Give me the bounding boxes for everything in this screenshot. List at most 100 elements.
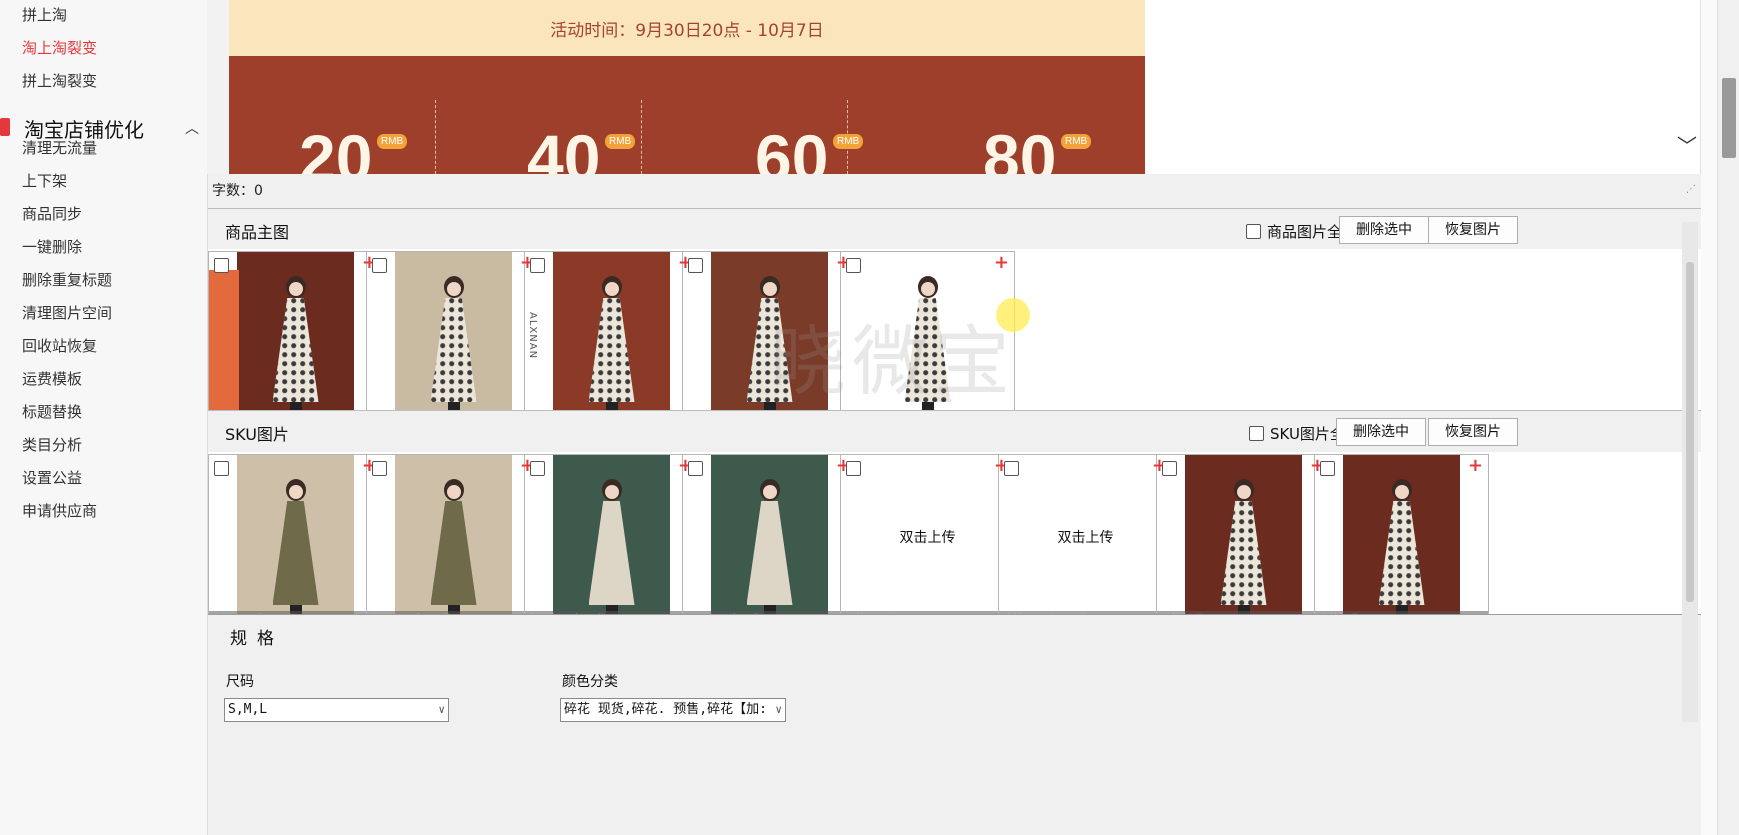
tile-checkbox[interactable] — [846, 258, 861, 273]
tile-checkbox[interactable] — [214, 258, 229, 273]
coupon-unit: RMB — [377, 134, 408, 149]
coupon-unit: RMB — [1061, 134, 1092, 149]
sidebar-item[interactable]: 设置公益 — [22, 467, 82, 488]
tile-checkbox[interactable] — [1162, 461, 1177, 476]
sidebar-item[interactable]: 申请供应商 — [22, 500, 97, 521]
coupon-value: 20 — [299, 121, 373, 174]
tile-checkbox[interactable] — [1320, 461, 1335, 476]
restore-images-button[interactable]: 恢复图片 — [1428, 418, 1518, 446]
brand-vertical-text: ALXNAN — [527, 312, 538, 360]
restore-images-button[interactable]: 恢复图片 — [1428, 216, 1518, 244]
size-label: 尺码 — [226, 674, 254, 690]
sidebar-item[interactable]: 清理无流量 — [22, 137, 97, 158]
delete-selected-button[interactable]: 删除选中 — [1336, 418, 1426, 446]
tile-checkbox[interactable] — [530, 461, 545, 476]
tile-checkbox[interactable] — [846, 461, 861, 476]
sku-images-title: SKU图片 — [225, 425, 289, 444]
tile-checkbox[interactable] — [688, 461, 703, 476]
coupon: 80 RMB — [913, 120, 1133, 174]
word-count: 字数：0 — [212, 183, 263, 199]
color-select-value: 碎花 现货,碎花. 预售,碎花【加: — [564, 702, 767, 717]
spec-title: 规格 — [230, 629, 284, 649]
resize-grip-icon[interactable]: ⋰ — [1686, 184, 1696, 195]
sidebar-item-pinshangtao-fission[interactable]: 拼上淘裂变 — [22, 70, 97, 91]
coupon: 40 RMB — [457, 120, 677, 174]
chevron-down-icon[interactable]: ∨ — [775, 699, 782, 721]
sku-image-tile[interactable]: +卡其色风衣 预售 — [524, 454, 699, 630]
sidebar-item-taoshangtao-fission[interactable]: 淘上淘裂变 — [22, 37, 97, 58]
sku-image-tile[interactable]: +碎花 预售 — [1156, 454, 1331, 630]
cursor-highlight — [996, 298, 1030, 332]
banner-header: 活动时间：9月30日20点 - 10月7日 — [229, 0, 1145, 56]
chevron-down-icon[interactable]: ﹀ — [1677, 130, 1697, 159]
product-photo — [1185, 455, 1302, 629]
double-click-upload[interactable]: 双击上传 — [999, 527, 1172, 547]
sku-images-header: SKU图片 SKU图片全选 删除选中 恢复图片 — [208, 410, 1701, 454]
coupon: 60 RMB — [685, 120, 905, 174]
main-image-tile[interactable]: + — [840, 251, 1015, 427]
sidebar-item[interactable]: 清理图片空间 — [22, 302, 112, 323]
main-image-tile[interactable]: + — [682, 251, 857, 427]
main-image-tile[interactable]: + — [208, 251, 383, 427]
sku-images-row: +卡其色风衣1 预售+卡其色风衣1现货+卡其色风衣 预售+卡其色风衣现货+双击上… — [208, 452, 1701, 631]
chevron-up-icon[interactable]: ︿ — [185, 118, 199, 138]
checkbox[interactable] — [1246, 224, 1261, 239]
chart-icon — [0, 118, 10, 136]
product-photo — [237, 252, 354, 426]
sku-image-tile[interactable]: +卡其色风衣现货 — [682, 454, 857, 630]
panel-scrollbar[interactable] — [1682, 222, 1698, 722]
tile-checkbox[interactable] — [372, 258, 387, 273]
add-icon[interactable]: + — [994, 252, 1009, 273]
coupon-unit: RMB — [605, 134, 636, 149]
sidebar-item[interactable]: 回收站恢复 — [22, 335, 97, 356]
coupon-unit: RMB — [833, 134, 864, 149]
sidebar: 拼上淘 淘上淘裂变 拼上淘裂变 淘宝店铺优化 ︿ 清理无流量 上下架 商品同步 一键删… — [0, 0, 207, 835]
sidebar-item[interactable]: 类目分析 — [22, 434, 82, 455]
double-click-upload[interactable]: 双击上传 — [841, 527, 1014, 547]
tile-checkbox[interactable] — [372, 461, 387, 476]
sku-image-tile[interactable]: +双击上传碎花【加绒】预售 — [840, 454, 1015, 630]
tile-checkbox[interactable] — [214, 461, 229, 476]
tile-checkbox[interactable] — [688, 258, 703, 273]
promo-strip — [209, 270, 239, 410]
page-scrollbar[interactable] — [1717, 0, 1739, 835]
main-images-header: 商品主图 商品图片全选 删除选中 恢复图片 — [208, 208, 1701, 252]
product-photo — [237, 455, 354, 629]
delete-selected-button[interactable]: 删除选中 — [1339, 216, 1429, 244]
sku-image-tile[interactable]: +卡其色风衣1现货 — [366, 454, 541, 630]
product-photo — [553, 455, 670, 629]
spec-header: 规格 — [208, 614, 1701, 658]
sidebar-item[interactable]: 运费模板 — [22, 368, 82, 389]
main-image-tile[interactable]: + ALXNAN — [524, 251, 699, 427]
add-icon[interactable]: + — [1468, 455, 1483, 476]
sidebar-item-pinshangtao[interactable]: 拼上淘 — [22, 4, 67, 25]
sku-image-tile[interactable]: +双击上传碎花【加绒】现货 — [998, 454, 1173, 630]
scrollbar-thumb[interactable] — [1686, 262, 1694, 602]
promo-banner: 活动时间：9月30日20点 - 10月7日 20 RMB 40 RMB 60 R… — [229, 0, 1145, 174]
product-photo — [869, 252, 986, 426]
sku-image-tile[interactable]: +卡其色风衣1 预售 — [208, 454, 383, 630]
banner-activity-time: 活动时间：9月30日20点 - 10月7日 — [550, 21, 824, 41]
sidebar-item[interactable]: 商品同步 — [22, 203, 82, 224]
checkbox[interactable] — [1249, 426, 1264, 441]
chevron-down-icon[interactable]: ∨ — [438, 699, 445, 721]
sku-image-tile[interactable]: +碎花现货 — [1314, 454, 1489, 630]
size-select-value: S,M,L — [228, 702, 268, 717]
tile-checkbox[interactable] — [1004, 461, 1019, 476]
sidebar-item[interactable]: 标题替换 — [22, 401, 82, 422]
sidebar-item[interactable]: 上下架 — [22, 170, 67, 191]
sidebar-item[interactable]: 删除重复标题 — [22, 269, 112, 290]
scrollbar-thumb[interactable] — [1722, 78, 1736, 158]
main-images-row: + + + ALXNAN + + — [208, 249, 1701, 428]
product-photo — [395, 252, 512, 426]
color-select[interactable]: 碎花 现货,碎花. 预售,碎花【加: ∨ — [560, 698, 786, 722]
product-photo — [553, 252, 670, 426]
editor-area[interactable] — [1145, 0, 1700, 174]
main-image-tile[interactable]: + — [366, 251, 541, 427]
sidebar-item[interactable]: 一键删除 — [22, 236, 82, 257]
product-edit-panel: 字数：0 ⋰ 商品主图 商品图片全选 删除选中 恢复图片 + + + ALXNAN + +… — [207, 174, 1701, 835]
coupon-value: 40 — [527, 121, 601, 174]
color-label: 颜色分类 — [562, 674, 618, 690]
tile-checkbox[interactable] — [530, 258, 545, 273]
size-select[interactable]: S,M,L ∨ — [224, 698, 449, 722]
